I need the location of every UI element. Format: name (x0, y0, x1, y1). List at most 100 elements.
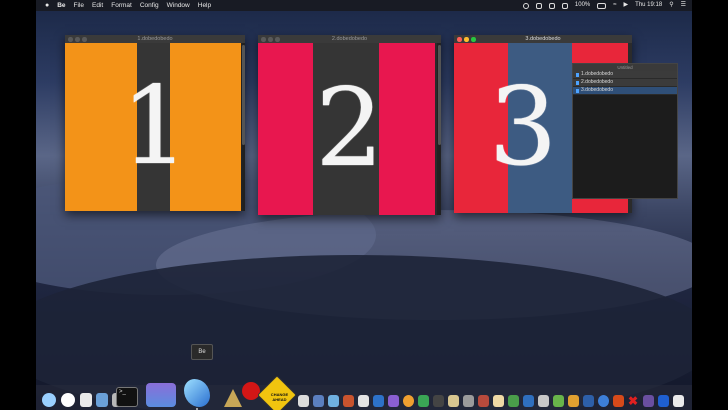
color-stripe (313, 43, 379, 215)
app-icon[interactable] (523, 395, 534, 407)
window-titlebar[interactable]: 1.dobedobedo (65, 35, 245, 43)
app-icon[interactable] (463, 395, 474, 407)
app-icon[interactable] (448, 395, 459, 407)
zoom-button[interactable] (82, 37, 87, 42)
list-item-label: 2.dobedobedo (581, 79, 613, 85)
search-icon[interactable]: ⚲ (669, 0, 673, 11)
app-icon[interactable] (553, 395, 564, 407)
window-titlebar[interactable]: 2.dobedobedo (258, 35, 441, 43)
zoom-button[interactable] (275, 37, 280, 42)
panel-title: Untitled (573, 64, 677, 71)
menu-config[interactable]: Config (140, 0, 159, 11)
app-icon[interactable] (358, 395, 369, 407)
scrollbar[interactable] (437, 43, 441, 215)
menu-bar: ● Be File Edit Format Config Window Help… (36, 0, 692, 11)
minimize-button[interactable] (464, 37, 469, 42)
window-title: 2.dobedobedo (331, 36, 368, 42)
terminal-icon[interactable]: >_ (116, 387, 138, 407)
app-icon[interactable] (493, 395, 504, 407)
window-title: 3.dobedobedo (525, 36, 561, 42)
app-icon[interactable] (298, 395, 309, 407)
zoom-button[interactable] (471, 37, 476, 42)
desktop: ● Be File Edit Format Config Window Help… (36, 0, 692, 410)
app-icon[interactable] (508, 395, 519, 407)
list-item[interactable]: 1.dobedobedo (573, 71, 677, 79)
document-icon (576, 88, 579, 93)
menu-file[interactable]: File (74, 0, 84, 11)
apple-menu-icon[interactable]: ● (45, 0, 49, 11)
app-icon[interactable] (643, 395, 654, 407)
pyramid-icon[interactable] (224, 389, 242, 407)
color-stripe (508, 43, 572, 213)
color-stripe (258, 43, 313, 215)
close-button[interactable] (68, 37, 73, 42)
app-icon[interactable] (478, 395, 489, 407)
window-title: 1.dobedobedo (137, 36, 173, 42)
document-window-1[interactable]: 1.dobedobedo 1 (65, 35, 245, 211)
list-item-label: 3.dobedobedo (581, 87, 613, 93)
sign-label: CHANGE AHEAD (270, 392, 289, 403)
document-canvas[interactable] (258, 43, 435, 215)
app-icon[interactable] (418, 395, 429, 407)
app-icon[interactable] (343, 395, 354, 407)
shield-icon[interactable] (548, 2, 555, 9)
battery-icon[interactable] (597, 2, 607, 9)
status-area: 100% ≈ ▶ Thu 19:18 ⚲ ☰ (522, 0, 686, 11)
transmit-truck-icon[interactable] (146, 383, 176, 407)
minimize-button[interactable] (268, 37, 273, 42)
dock-tooltip: Be (191, 344, 213, 360)
document-icon (576, 80, 579, 85)
app-icon[interactable] (373, 395, 384, 407)
notification-center-icon[interactable]: ☰ (681, 0, 686, 11)
menu-help[interactable]: Help (198, 0, 211, 11)
document-list-panel[interactable]: Untitled 1.dobedobedo 2.dobedobedo 3.dob… (572, 63, 678, 199)
battery-percent[interactable]: 100% (575, 0, 590, 11)
close-button[interactable] (261, 37, 266, 42)
list-item[interactable]: 2.dobedobedo (573, 79, 677, 87)
document-app-icon[interactable] (80, 393, 92, 407)
menu-window[interactable]: Window (167, 0, 190, 11)
yandex-browser-icon[interactable] (61, 393, 75, 407)
document-window-2[interactable]: 2.dobedobedo 2 (258, 35, 441, 215)
app-icon[interactable] (538, 395, 549, 407)
color-stripe (379, 43, 435, 215)
color-stripe (170, 43, 241, 211)
app-icon[interactable] (328, 395, 339, 407)
app-icon[interactable] (568, 395, 579, 407)
color-stripe (65, 43, 137, 211)
window-titlebar[interactable]: 3.dobedobedo (454, 35, 632, 43)
scrollbar[interactable] (241, 43, 245, 211)
menu-edit[interactable]: Edit (92, 0, 103, 11)
app-icon[interactable] (613, 395, 624, 407)
app-icon[interactable] (433, 395, 444, 407)
app-icon[interactable] (598, 395, 609, 407)
minimize-button[interactable] (75, 37, 80, 42)
app-icon[interactable] (403, 395, 414, 407)
list-item-label: 1.dobedobedo (581, 71, 613, 77)
app-icon[interactable] (658, 395, 669, 407)
finder-icon[interactable] (42, 393, 56, 407)
close-x-icon[interactable]: ✖ (628, 395, 639, 407)
scroll-thumb[interactable] (438, 45, 441, 145)
dock: >_ CHANGE AHEAD ✖ (36, 375, 692, 410)
color-stripe (137, 43, 170, 211)
document-icon (576, 72, 579, 77)
app-icon[interactable] (96, 393, 108, 407)
scroll-thumb[interactable] (242, 45, 245, 145)
wifi-icon[interactable]: ≈ (613, 0, 616, 11)
network-icon[interactable] (535, 2, 542, 9)
volume-icon[interactable]: ▶ (624, 0, 629, 11)
wax-seal-icon[interactable] (242, 382, 260, 400)
menu-app-name[interactable]: Be (57, 0, 65, 11)
document-canvas[interactable] (65, 43, 241, 211)
app-icon[interactable] (673, 395, 684, 407)
app-icon[interactable] (583, 395, 594, 407)
app-icon[interactable] (313, 395, 324, 407)
close-button[interactable] (457, 37, 462, 42)
record-icon[interactable] (522, 2, 529, 9)
menu-format[interactable]: Format (111, 0, 132, 11)
clock[interactable]: Thu 19:18 (635, 0, 662, 11)
lock-icon[interactable] (561, 2, 568, 9)
app-icon[interactable] (388, 395, 399, 407)
list-item[interactable]: 3.dobedobedo (573, 87, 677, 95)
